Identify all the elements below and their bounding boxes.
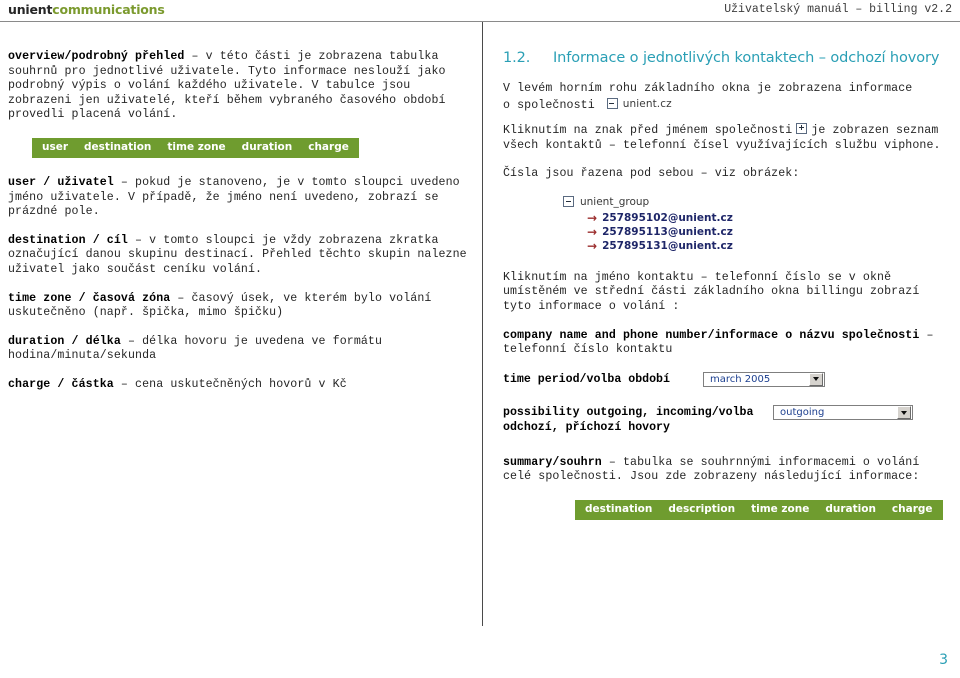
tree-child-label: 257895131@unient.cz [602, 239, 733, 252]
summary-column-header-description: description [668, 502, 736, 515]
time-period-row: time period/volba období march 2005 [503, 371, 953, 388]
section-title: Informace o jednotlivých kontaktech – od… [553, 50, 940, 66]
definition-user-term: user / uživatel [8, 175, 114, 189]
definition-summary-term: summary/souhrn [503, 455, 602, 469]
call-direction-label: possibility outgoing, incoming/volba odc… [503, 406, 754, 434]
definition-charge: charge / částka – cena uskutečněných hov… [8, 378, 468, 393]
column-divider-rule [482, 22, 483, 626]
summary-column-header-time-zone: time zone [751, 502, 810, 515]
column-header-duration: duration [241, 140, 293, 153]
tree-child-label: 257895102@unient.cz [602, 211, 733, 224]
overview-table-header-wrap: user destination time zone duration char… [32, 137, 468, 158]
arrow-right-icon: → [587, 210, 598, 225]
chevron-down-icon[interactable] [897, 406, 911, 420]
call-direction-select[interactable]: outgoing [773, 405, 913, 421]
tree-root-node[interactable]: unient_group [563, 196, 953, 208]
tree-collapse-minus-icon[interactable] [606, 98, 618, 110]
page-header: unientcommunications Uživatelský manuál … [0, 0, 960, 22]
company-info-line1: V levém horním rohu základního okna je z… [503, 82, 913, 95]
definition-destination: destination / cíl – v tomto sloupci je v… [8, 234, 468, 278]
contacts-tree-widget[interactable]: unient_group → 257895102@unient.cz → 257… [563, 196, 953, 253]
call-direction-row: possibility outgoing, incoming/volba odc… [503, 405, 953, 435]
brand-logo: unientcommunications [8, 2, 165, 17]
definition-company-name: company name and phone number/informace … [503, 329, 953, 358]
time-period-select[interactable]: march 2005 [702, 371, 825, 387]
click-expand-paragraph: Kliknutím na znak před jménem společnost… [503, 122, 953, 153]
tree-root-label: unient_group [580, 195, 650, 208]
summary-column-header-duration: duration [825, 502, 876, 515]
time-period-label: time period/volba období [503, 372, 670, 386]
summary-column-header-destination: destination [585, 502, 653, 515]
definition-charge-body: – cena uskutečněných hovorů v Kč [113, 377, 347, 391]
summary-table-header-wrap: destination description time zone durati… [575, 499, 953, 520]
overview-term: overview/podrobný přehled [8, 50, 185, 63]
definition-charge-term: charge / částka [8, 377, 114, 391]
page-number: 3 [939, 652, 948, 668]
tree-child-item[interactable]: → 257895102@unient.cz [587, 211, 953, 225]
section-number: 1.2. [503, 50, 531, 66]
section-heading: 1.2. Informace o jednotlivých kontaktech … [503, 50, 953, 66]
definition-user: user / uživatel – pokud je stanoveno, je… [8, 176, 468, 220]
tree-child-label: 257895113@unient.cz [602, 225, 733, 238]
definition-summary: summary/souhrn – tabulka se souhrnnými i… [503, 456, 953, 485]
overview-table-header: user destination time zone duration char… [32, 137, 359, 158]
arrow-right-icon: → [587, 224, 598, 239]
company-info-paragraph: V levém horním rohu základního okna je z… [503, 82, 953, 113]
click-expand-text-a: Kliknutím na znak před jménem společnost… [503, 123, 793, 137]
definition-company-term: company name and phone number/informace … [503, 328, 920, 342]
summary-table-header: destination description time zone durati… [575, 499, 943, 520]
tree-child-item[interactable]: → 257895113@unient.cz [587, 225, 953, 239]
definition-time-zone-term: time zone / časová zóna [8, 291, 171, 305]
tree-root-collapse-minus-icon[interactable] [563, 196, 574, 208]
chevron-down-icon[interactable] [808, 372, 823, 386]
contact-click-paragraph: Kliknutím na jméno kontaktu – telefonní … [503, 270, 920, 313]
arrow-right-icon: → [587, 238, 598, 253]
definition-time-zone: time zone / časová zóna – časový úsek, v… [8, 292, 468, 321]
numbers-sorted-paragraph: Čísla jsou řazena pod sebou – viz obráze… [503, 167, 800, 181]
left-column: overview/podrobný přehled – v této části… [8, 50, 468, 407]
tree-child-item[interactable]: → 257895131@unient.cz [587, 239, 953, 253]
column-header-charge: charge [308, 140, 349, 153]
document-title: Uživatelský manuál – billing v2.2 [724, 3, 952, 16]
definition-destination-term: destination / cíl [8, 233, 128, 247]
column-header-time-zone: time zone [167, 140, 226, 153]
logo-primary-text: unient [8, 2, 53, 17]
company-tree-node[interactable]: unient.cz [606, 97, 672, 112]
overview-intro-paragraph: overview/podrobný přehled – v této části… [8, 50, 468, 123]
definition-duration-term: duration / délka [8, 334, 121, 348]
definition-duration: duration / délka – délka hovoru je uvede… [8, 335, 468, 364]
column-header-destination: destination [84, 140, 152, 153]
tree-expand-plus-icon [796, 122, 808, 134]
time-period-value: march 2005 [709, 373, 771, 385]
company-info-line2: o společnosti [503, 98, 595, 112]
column-header-user: user [42, 140, 69, 153]
summary-column-header-charge: charge [891, 502, 933, 515]
header-divider-rule [0, 21, 960, 22]
logo-secondary-text: communications [52, 2, 165, 17]
company-node-label: unient.cz [622, 97, 672, 110]
call-direction-value: outgoing [780, 407, 825, 419]
right-column: 1.2. Informace o jednotlivých kontaktech … [503, 50, 953, 520]
